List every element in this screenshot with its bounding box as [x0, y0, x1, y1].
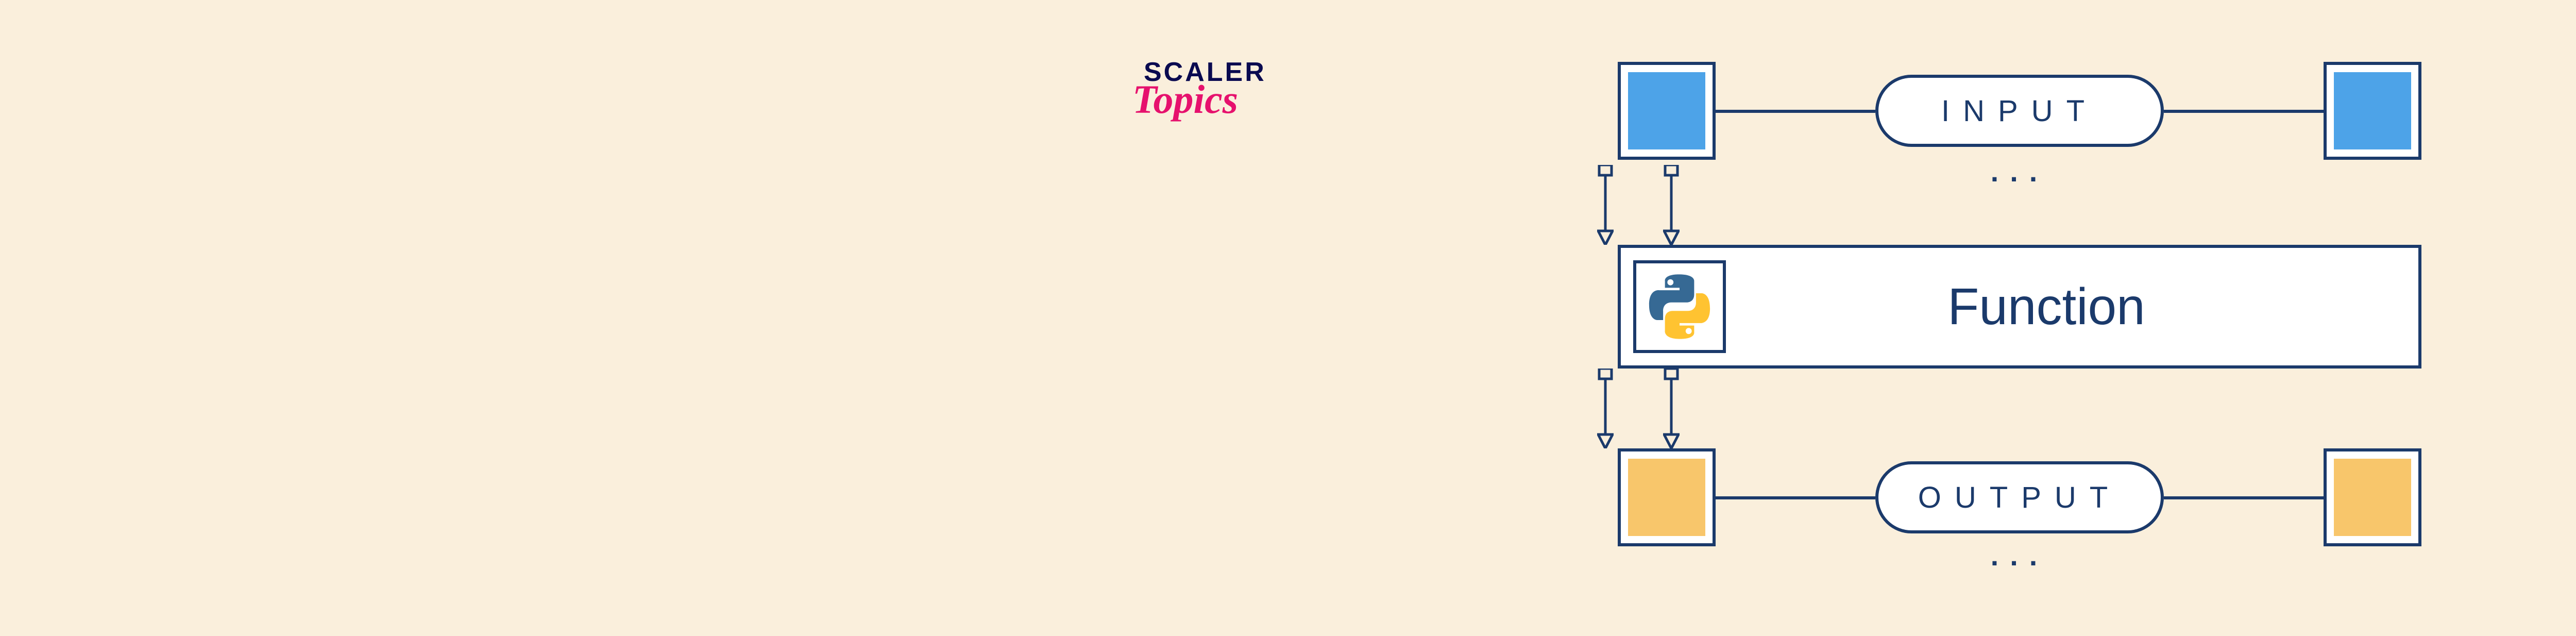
function-label: Function: [1726, 277, 2418, 337]
input-connector-right: [2164, 110, 2324, 113]
input-row: INPUT ...: [1597, 62, 2442, 165]
output-pill: OUTPUT: [1875, 461, 2164, 533]
input-arrows-row: [1597, 165, 2442, 245]
function-row: Function: [1597, 245, 2442, 369]
output-connector-left: [1716, 496, 1875, 499]
output-fill-left: [1628, 459, 1705, 536]
output-fill-right: [2334, 459, 2411, 536]
scaler-topics-logo: SCALER Topics: [1144, 57, 1266, 123]
arrow-output-left: [1663, 369, 1680, 448]
function-diagram: INPUT ... Function: [1597, 62, 2442, 551]
output-row: OUTPUT ...: [1597, 448, 2442, 551]
arrow-output-right: [1597, 369, 1614, 448]
input-box-left: [1618, 62, 1716, 160]
output-connector-right: [2164, 496, 2324, 499]
input-fill-right: [2334, 72, 2411, 149]
output-box-right: [2324, 448, 2421, 546]
python-icon: [1646, 273, 1713, 340]
input-pill: INPUT: [1875, 75, 2164, 147]
arrow-input-left: [1663, 165, 1680, 245]
function-box: Function: [1618, 245, 2421, 369]
python-icon-box: [1633, 260, 1726, 353]
output-arrows-row: [1597, 369, 2442, 448]
input-box-right: [2324, 62, 2421, 160]
output-box-left: [1618, 448, 1716, 546]
input-fill-left: [1628, 72, 1705, 149]
output-ellipsis: ...: [1991, 539, 2049, 572]
input-connector-left: [1716, 110, 1875, 113]
output-label: OUTPUT: [1918, 480, 2121, 515]
input-label: INPUT: [1941, 94, 2098, 128]
arrow-input-right: [1597, 165, 1614, 245]
